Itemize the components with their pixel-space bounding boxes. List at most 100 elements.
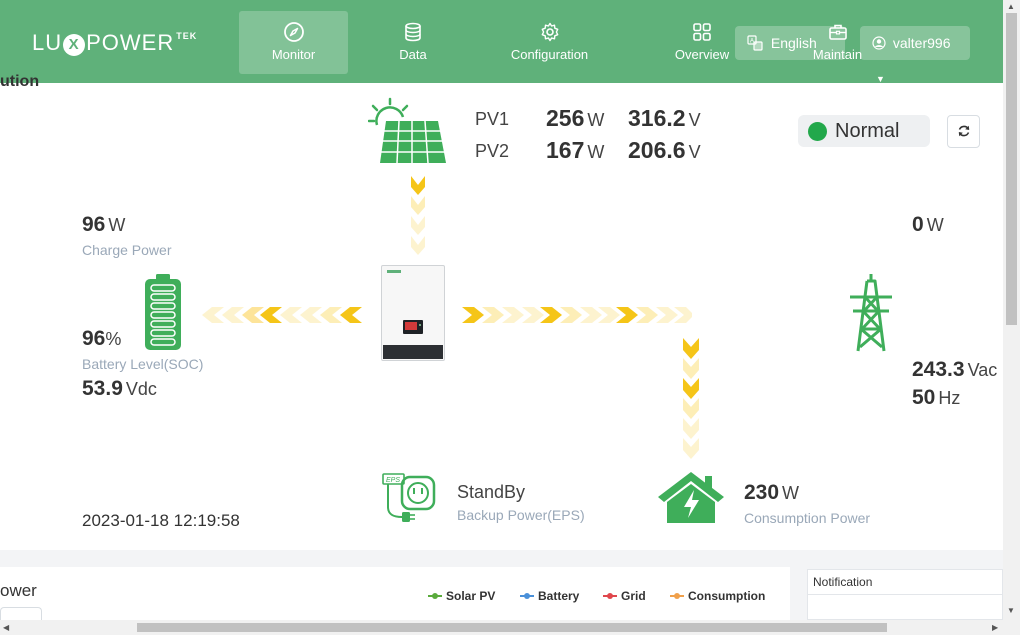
grid-power: 0W bbox=[912, 213, 944, 237]
compass-icon bbox=[283, 22, 304, 42]
refresh-icon bbox=[958, 125, 969, 137]
soc-unit: % bbox=[105, 329, 122, 349]
pv2-power: 167 W bbox=[546, 137, 604, 164]
legend-battery[interactable]: Battery bbox=[520, 589, 579, 603]
soc-value: 96 bbox=[82, 327, 106, 350]
nav-monitor[interactable]: Monitor bbox=[239, 11, 348, 74]
eps-status: StandBy bbox=[457, 482, 526, 502]
flow-pv-to-inverter bbox=[410, 175, 426, 255]
database-icon bbox=[405, 22, 421, 42]
svg-text:EPS: EPS bbox=[386, 477, 400, 484]
pv1-power: 256 W bbox=[546, 105, 604, 132]
top-navbar: LU X POWER TEK Monitor Data Configuration bbox=[0, 0, 1003, 84]
timestamp: 2023-01-18 12:19:58 bbox=[82, 511, 240, 530]
svg-text:A: A bbox=[750, 39, 754, 45]
battery-voltage: 53.9 Vdc bbox=[82, 377, 157, 401]
legend-battery-label: Battery bbox=[538, 589, 580, 603]
grid-power-value: 0 bbox=[912, 213, 924, 236]
inverter-icon bbox=[381, 265, 445, 361]
translate-icon: A bbox=[747, 35, 763, 51]
pv2-label: PV2 bbox=[475, 141, 510, 161]
legend-consumption[interactable]: Consumption bbox=[670, 589, 765, 603]
legend-consumption-label: Consumption bbox=[688, 589, 766, 603]
scroll-right-icon[interactable]: ▶ bbox=[992, 623, 998, 632]
battery-voltage-unit: Vdc bbox=[125, 379, 157, 399]
vertical-scroll-thumb[interactable] bbox=[1006, 13, 1017, 325]
nav-configuration[interactable]: Configuration bbox=[497, 11, 602, 74]
grid-frequency: 50 Hz bbox=[912, 386, 960, 410]
legend-grid[interactable]: Grid bbox=[603, 589, 646, 603]
logo-text-post: POWER bbox=[86, 30, 175, 55]
pv2-voltage-unit: V bbox=[688, 142, 701, 162]
charge-power: 96 W bbox=[82, 213, 125, 237]
pv1-voltage-value: 316.2 bbox=[628, 105, 686, 131]
user-icon bbox=[872, 36, 886, 50]
pv2-voltage-value: 206.6 bbox=[628, 137, 686, 163]
vertical-scrollbar[interactable]: ▲ ▼ bbox=[1003, 0, 1020, 620]
scroll-left-icon[interactable]: ◀ bbox=[3, 623, 9, 632]
logo-x-mark: X bbox=[63, 34, 86, 56]
battery-soc: 96% bbox=[82, 327, 121, 351]
consumption-label: Consumption Power bbox=[744, 510, 871, 526]
user-menu[interactable]: valter996 ▼ bbox=[860, 26, 970, 84]
status-badge: Normal bbox=[798, 115, 930, 147]
language-label: English bbox=[770, 35, 817, 51]
legend-solar-label: Solar PV bbox=[446, 589, 496, 603]
scroll-down-icon[interactable]: ▼ bbox=[1007, 606, 1015, 615]
horizontal-scroll-thumb[interactable] bbox=[137, 623, 887, 632]
grid-voltage-value: 243.3 bbox=[912, 358, 965, 381]
consumption-power-value: 230 bbox=[744, 481, 780, 504]
notification-title: Notification bbox=[808, 570, 1002, 595]
charge-power-value: 96 bbox=[82, 213, 106, 236]
solar-panel-icon bbox=[368, 97, 446, 164]
grid-frequency-unit: Hz bbox=[938, 388, 961, 408]
grid-icon bbox=[693, 23, 711, 41]
flow-inverter-to-battery bbox=[202, 307, 362, 323]
username-label: valter996 bbox=[892, 35, 951, 51]
battery-voltage-value: 53.9 bbox=[82, 377, 123, 400]
status-dot bbox=[808, 122, 827, 141]
nav-data-label: Data bbox=[399, 47, 427, 62]
charge-power-unit: W bbox=[108, 215, 126, 235]
legend-marker-battery bbox=[520, 593, 534, 599]
house-icon bbox=[658, 472, 724, 523]
refresh-button[interactable] bbox=[947, 115, 980, 148]
flow-to-consumption bbox=[683, 338, 699, 459]
logo-text-pre: LU bbox=[32, 30, 63, 55]
luxpower-logo[interactable]: LU X POWER TEK bbox=[32, 30, 197, 56]
grid-voltage: 243.3 Vac bbox=[912, 358, 997, 382]
chart-control-button[interactable] bbox=[0, 607, 42, 620]
legend-solar-pv[interactable]: Solar PV bbox=[428, 589, 495, 603]
horizontal-scrollbar[interactable]: ◀ ▶ bbox=[0, 620, 1020, 635]
gear-icon bbox=[541, 22, 558, 42]
logo-sup: TEK bbox=[176, 31, 198, 41]
battery-icon bbox=[145, 274, 181, 350]
grid-voltage-unit: Vac bbox=[967, 360, 998, 380]
eps-label: Backup Power(EPS) bbox=[457, 507, 585, 523]
pv2-power-unit: W bbox=[587, 142, 605, 162]
legend-grid-label: Grid bbox=[621, 589, 646, 603]
power-chart-panel: ower Solar PV Battery Grid Consumption bbox=[0, 567, 790, 620]
panel-title: ution bbox=[0, 73, 40, 90]
nav-monitor-label: Monitor bbox=[271, 47, 316, 62]
consumption-power: 230 W bbox=[744, 481, 799, 505]
pv1-label: PV1 bbox=[475, 109, 510, 129]
notification-panel: Notification bbox=[807, 569, 1003, 620]
consumption-power-unit: W bbox=[782, 483, 800, 503]
language-selector[interactable]: A English bbox=[735, 26, 845, 60]
pv2-voltage: 206.6 V bbox=[628, 137, 701, 164]
status-label: Normal bbox=[835, 120, 900, 142]
nav-overview-label: Overview bbox=[674, 47, 730, 62]
pv2-power-value: 167 bbox=[546, 137, 585, 163]
nav-data[interactable]: Data bbox=[368, 11, 458, 74]
charge-power-label: Charge Power bbox=[82, 242, 172, 258]
power-tower-icon bbox=[850, 274, 892, 352]
scroll-up-icon[interactable]: ▲ bbox=[1007, 2, 1015, 11]
pv1-power-unit: W bbox=[587, 110, 605, 130]
power-chart-title: ower bbox=[0, 581, 37, 600]
pv1-power-value: 256 bbox=[546, 105, 585, 131]
app: LU X POWER TEK Monitor Data Configuration bbox=[0, 0, 1020, 635]
nav-overview[interactable]: Overview bbox=[662, 11, 742, 74]
nav-configuration-label: Configuration bbox=[510, 47, 589, 62]
flow-inverter-to-load bbox=[462, 307, 692, 323]
